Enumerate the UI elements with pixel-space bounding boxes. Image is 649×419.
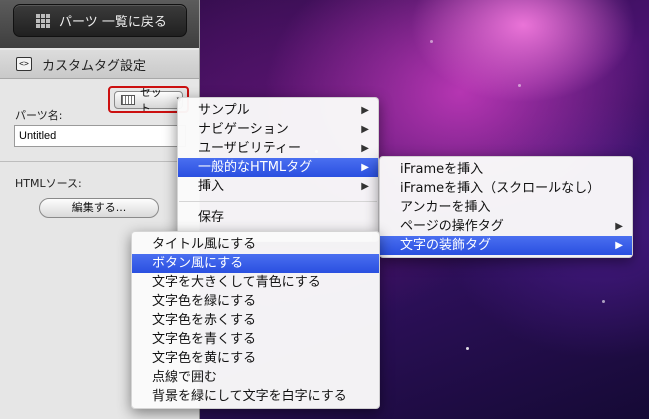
menu-item-label: ユーザビリティー — [198, 141, 301, 156]
parts-name-input[interactable] — [14, 125, 186, 147]
menu-item-yellow-text[interactable]: 文字色を黄にする — [132, 349, 379, 368]
menu-item-label: iFrameを挿入 — [400, 162, 484, 177]
menu-item-label: 文字色を緑にする — [152, 294, 257, 309]
menu-item-insert-anchor[interactable]: アンカーを挿入 — [380, 198, 632, 217]
menu-item-label: 一般的なHTMLタグ — [198, 160, 313, 175]
menu-item-label: ページの操作タグ — [400, 219, 504, 234]
menu-item-page-operation-tags[interactable]: ページの操作タグ ▶ — [380, 217, 632, 236]
menu-item-insert-iframe-noscroll[interactable]: iFrameを挿入（スクロールなし） — [380, 179, 632, 198]
menu-item-save[interactable]: 保存 — [178, 208, 378, 227]
menu-item-label: 文字色を黄にする — [152, 351, 257, 366]
menu-item-label: 文字色を青くする — [152, 332, 257, 347]
menu-item-green-text[interactable]: 文字色を緑にする — [132, 292, 379, 311]
text-decoration-submenu: タイトル風にする ボタン風にする 文字を大きくして青色にする 文字色を緑にする … — [131, 231, 380, 409]
menu-item-insert-iframe[interactable]: iFrameを挿入 — [380, 160, 632, 179]
star — [602, 300, 605, 303]
menu-item-label: タイトル風にする — [152, 237, 257, 252]
menu-item-red-text[interactable]: 文字色を赤くする — [132, 311, 379, 330]
back-button-label: パーツ 一覧に戻る — [59, 15, 167, 30]
menu-item-usability[interactable]: ユーザビリティー ▶ — [178, 139, 378, 158]
menu-item-blue-text[interactable]: 文字色を青くする — [132, 330, 379, 349]
menu-item-label: 点線で囲む — [152, 370, 218, 385]
back-to-parts-list-button[interactable]: パーツ 一覧に戻る — [13, 4, 187, 37]
grid-icon — [36, 13, 50, 28]
menu-item-dotted-border[interactable]: 点線で囲む — [132, 368, 379, 387]
set-menu: サンプル ▶ ナビゲーション ▶ ユーザビリティー ▶ 一般的なHTMLタグ ▶… — [177, 97, 379, 242]
html-tags-submenu: iFrameを挿入 iFrameを挿入（スクロールなし） アンカーを挿入 ページ… — [379, 156, 633, 258]
menu-item-label: 文字の装飾タグ — [400, 238, 492, 253]
submenu-arrow-icon: ▶ — [361, 143, 369, 154]
submenu-arrow-icon: ▶ — [361, 124, 369, 135]
submenu-arrow-icon: ▶ — [615, 221, 623, 232]
html-source-label: HTMLソース: — [15, 177, 82, 190]
submenu-arrow-icon: ▶ — [361, 162, 369, 173]
menu-item-label: 文字色を赤くする — [152, 313, 257, 328]
edit-button[interactable]: 編集する... — [39, 198, 159, 218]
section-header: <> カスタムタグ設定 — [0, 50, 199, 79]
divider — [0, 161, 199, 162]
star — [518, 84, 521, 87]
menu-item-large-blue-text[interactable]: 文字を大きくして青色にする — [132, 273, 379, 292]
menu-item-button-style[interactable]: ボタン風にする — [132, 254, 379, 273]
menu-item-text-decoration-tags[interactable]: 文字の装飾タグ ▶ — [380, 236, 632, 255]
menu-item-label: iFrameを挿入（スクロールなし） — [400, 181, 601, 196]
menu-item-label: 保存 — [198, 210, 225, 225]
submenu-arrow-icon: ▶ — [361, 105, 369, 116]
menu-item-label: 背景を緑にして文字を白字にする — [152, 389, 347, 404]
menu-item-green-bg-white-text[interactable]: 背景を緑にして文字を白字にする — [132, 387, 379, 406]
menu-item-label: ナビゲーション — [198, 122, 289, 137]
star — [430, 40, 433, 43]
menu-item-common-html-tags[interactable]: 一般的なHTMLタグ ▶ — [178, 158, 378, 177]
menu-item-label: アンカーを挿入 — [400, 200, 491, 215]
parts-name-label: パーツ名: — [15, 109, 63, 122]
menu-item-insert[interactable]: 挿入 ▶ — [178, 177, 378, 196]
code-icon: <> — [16, 57, 32, 71]
submenu-arrow-icon: ▶ — [361, 181, 369, 192]
panel-toolbar: パーツ 一覧に戻る — [0, 0, 199, 48]
menu-separator — [179, 201, 377, 202]
section-title: カスタムタグ設定 — [42, 58, 147, 74]
menu-item-label: サンプル — [198, 103, 250, 118]
menu-item-label: 文字を大きくして青色にする — [152, 275, 321, 290]
star — [466, 347, 469, 350]
menu-item-title-style[interactable]: タイトル風にする — [132, 235, 379, 254]
menu-item-sample[interactable]: サンプル ▶ — [178, 101, 378, 120]
menu-item-navigation[interactable]: ナビゲーション ▶ — [178, 120, 378, 139]
menu-item-label: 挿入 — [198, 179, 225, 194]
submenu-arrow-icon: ▶ — [615, 240, 623, 251]
menu-item-label: ボタン風にする — [152, 256, 244, 271]
